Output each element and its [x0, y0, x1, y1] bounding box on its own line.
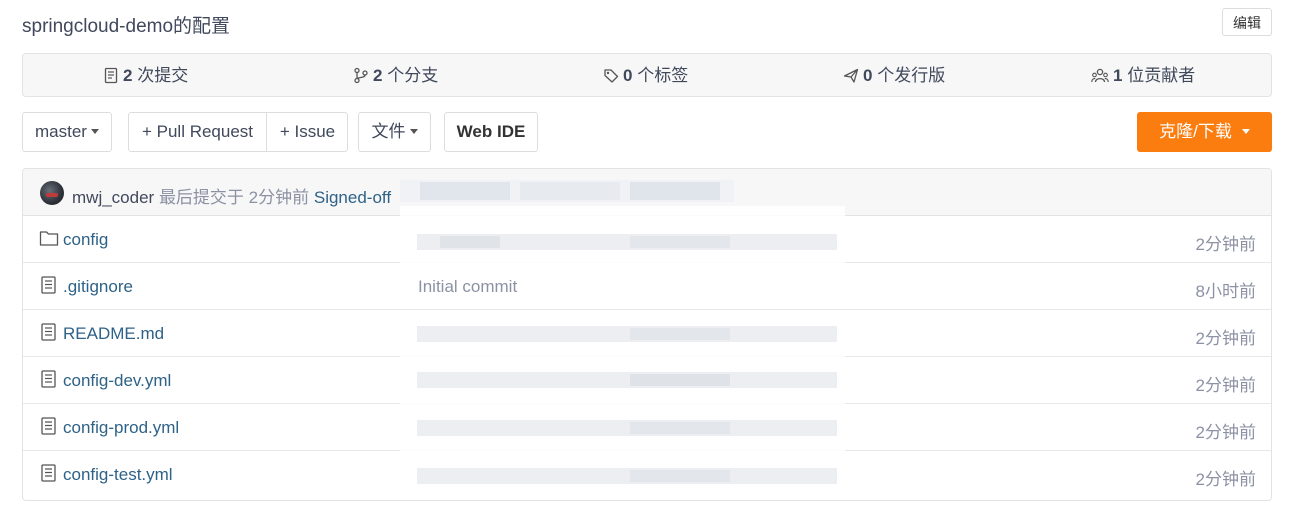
stat-tags-label: 个标签 — [637, 66, 689, 85]
file-name[interactable]: config — [63, 230, 108, 250]
file-icon — [41, 370, 56, 388]
release-icon — [843, 68, 859, 83]
file-icon — [41, 323, 56, 341]
stat-branches-label: 个分支 — [387, 66, 439, 85]
stat-releases-count: 0 — [863, 66, 873, 85]
folder-icon — [39, 231, 59, 246]
stat-contributors-label: 位贡献者 — [1127, 66, 1196, 85]
stat-contributors[interactable]: 1 位贡献者 — [1091, 54, 1195, 98]
stat-releases-label: 个发行版 — [877, 66, 946, 85]
table-row[interactable]: .gitignore Initial commit 8小时前 — [23, 263, 1271, 310]
chevron-down-icon — [1241, 129, 1250, 134]
web-ide-button[interactable]: Web IDE — [444, 112, 538, 152]
file-commit-message[interactable]: Initial commit — [418, 277, 517, 297]
stat-commits-label: 次提交 — [137, 66, 189, 85]
file-name[interactable]: config-prod.yml — [63, 418, 179, 438]
file-icon — [41, 276, 56, 294]
issue-button[interactable]: + Issue — [267, 113, 348, 151]
commit-icon — [104, 67, 118, 84]
stat-commits-count: 2 — [123, 66, 133, 85]
latest-commit-text: mwj_coder 最后提交于 2分钟前 Signed-off — [72, 183, 391, 208]
repo-stats-bar: 2 次提交 2 个分支 0 个标签 0 个发行版 1 位贡献者 — [22, 53, 1272, 97]
file-icon — [41, 417, 56, 435]
repo-header: springcloud-demo的配置 编辑 — [22, 8, 1272, 40]
branch-select-label: master — [35, 122, 87, 141]
clone-download-button[interactable]: 克隆/下载 — [1137, 112, 1272, 152]
stat-branches-count: 2 — [373, 66, 383, 85]
file-time: 2分钟前 — [1195, 423, 1256, 442]
commit-author[interactable]: mwj_coder — [72, 188, 154, 207]
file-time: 8小时前 — [1195, 282, 1256, 301]
file-time: 2分钟前 — [1195, 470, 1256, 489]
redaction-overlay — [400, 176, 734, 206]
stat-tags[interactable]: 0 个标签 — [603, 54, 688, 98]
avatar[interactable] — [40, 181, 64, 205]
repo-toolbar: master + Pull Request + Issue 文件 Web IDE… — [22, 112, 1272, 152]
file-name[interactable]: config-test.yml — [63, 465, 173, 485]
contributors-icon — [1091, 68, 1109, 83]
tag-icon — [604, 69, 619, 83]
file-time: 2分钟前 — [1195, 235, 1256, 254]
commit-message[interactable]: Signed-off — [314, 188, 391, 207]
file-name[interactable]: README.md — [63, 324, 164, 344]
clone-download-label: 克隆/下载 — [1159, 122, 1232, 141]
redaction-overlay — [400, 206, 845, 270]
file-name[interactable]: .gitignore — [63, 277, 133, 297]
file-time: 2分钟前 — [1195, 329, 1256, 348]
file-time: 2分钟前 — [1195, 376, 1256, 395]
file-icon — [41, 464, 56, 482]
stat-tags-count: 0 — [623, 66, 633, 85]
edit-button[interactable]: 编辑 — [1222, 8, 1272, 36]
branch-select[interactable]: master — [22, 112, 112, 152]
commit-meta: 最后提交于 2分钟前 — [158, 188, 310, 207]
redaction-overlay — [400, 310, 845, 500]
files-dropdown[interactable]: 文件 — [358, 112, 431, 152]
repo-title: springcloud-demo的配置 — [22, 16, 231, 37]
stat-commits[interactable]: 2 次提交 — [103, 54, 188, 98]
stat-branches[interactable]: 2 个分支 — [353, 54, 438, 98]
stat-releases[interactable]: 0 个发行版 — [843, 54, 945, 98]
file-name[interactable]: config-dev.yml — [63, 371, 171, 391]
stat-contributors-count: 1 — [1113, 66, 1123, 85]
pull-request-button[interactable]: + Pull Request — [129, 113, 266, 151]
files-dropdown-label: 文件 — [371, 122, 406, 141]
create-button-group: + Pull Request + Issue — [128, 112, 348, 152]
chevron-down-icon — [90, 129, 99, 134]
branch-icon — [354, 67, 368, 84]
chevron-down-icon — [409, 129, 418, 134]
